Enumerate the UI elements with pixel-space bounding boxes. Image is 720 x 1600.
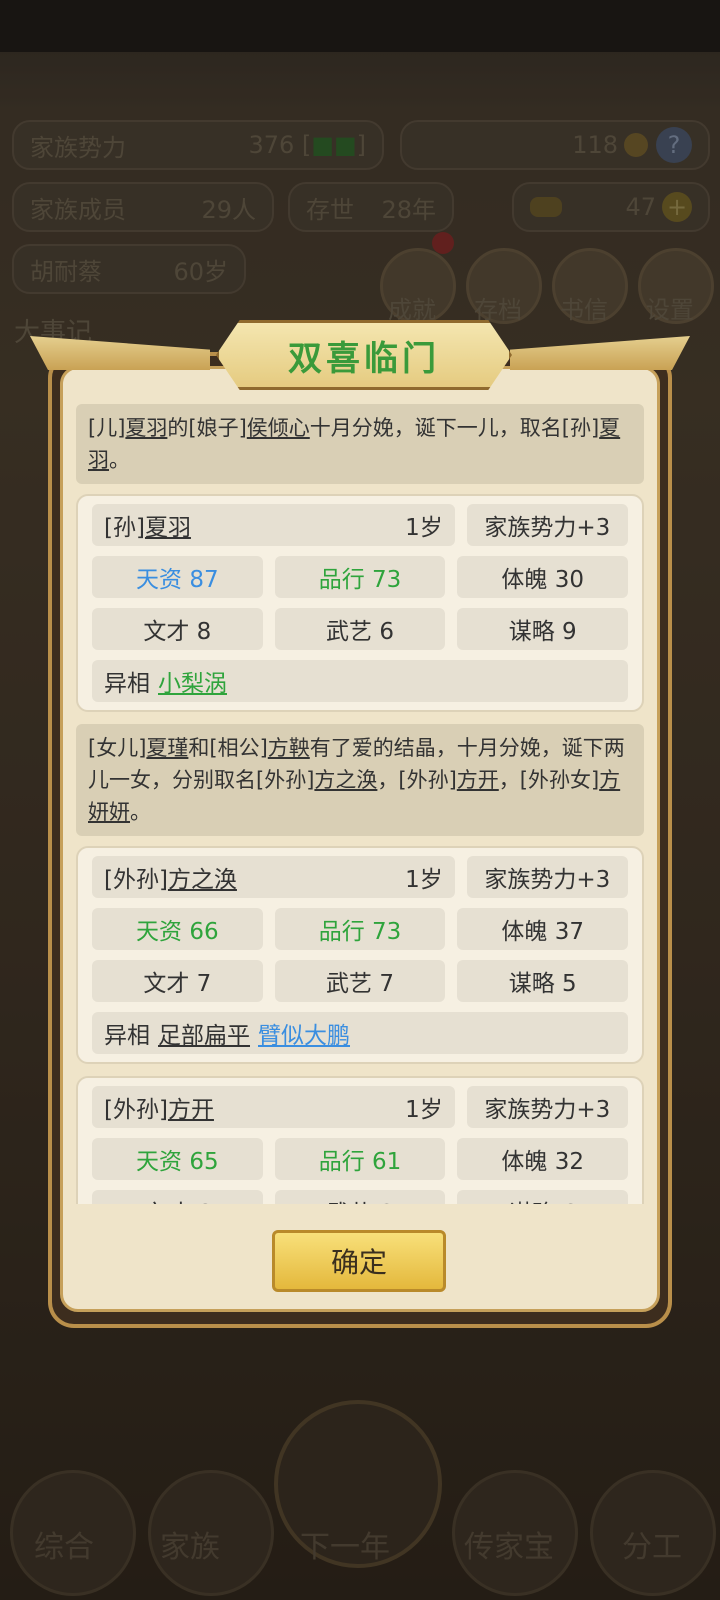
morality-stat: 品行 73 — [274, 556, 446, 598]
power-bonus: 家族势力+3 — [466, 856, 628, 898]
power-bonus: 家族势力+3 — [466, 504, 628, 546]
dialog-title: 双喜临门 — [288, 338, 440, 379]
strategy-stat: 谋略 5 — [457, 960, 629, 1002]
child-name-cell: [外孙]方开 1岁 — [92, 1086, 455, 1128]
martial-stat: 武艺 7 — [274, 960, 446, 1002]
event-narrative-2: [女儿]夏瑾和[相公]方鞅有了爱的结晶，十月分娩，诞下两儿一女，分别取名[外孙]… — [76, 724, 644, 836]
child-name-cell: [孙]夏羽 1岁 — [92, 504, 455, 546]
child-card: [外孙]方开1岁 家族势力+3 天资 65 品行 61 体魄 32 文才 6 武… — [76, 1076, 644, 1204]
trait-special[interactable]: 臂似大鹏 — [258, 1016, 350, 1050]
physique-stat: 体魄 32 — [457, 1138, 629, 1180]
martial-stat: 武艺 6 — [274, 608, 446, 650]
talent-stat: 天资 65 — [92, 1138, 263, 1180]
child-name[interactable]: 夏羽 — [145, 515, 191, 541]
literary-stat: 文才 7 — [92, 960, 263, 1002]
talent-stat: 天资 87 — [92, 556, 263, 598]
trait-row: 异相 足部扁平 臂似大鹏 — [92, 1012, 628, 1054]
person-name: 方开 — [456, 768, 499, 792]
event-narrative-1: [儿]夏羽的[娘子]侯倾心十月分娩，诞下一儿，取名[孙]夏羽。 — [76, 404, 644, 484]
trait-plain[interactable]: 足部扁平 — [158, 1016, 250, 1050]
physique-stat: 体魄 30 — [457, 556, 629, 598]
strategy-stat: 谋略 9 — [457, 608, 629, 650]
child-name[interactable]: 方之涣 — [168, 867, 237, 893]
person-name: 方之涣 — [314, 768, 378, 792]
person-name: 侯倾心 — [246, 416, 310, 440]
literary-stat: 文才 8 — [92, 608, 263, 650]
physique-stat: 体魄 37 — [457, 908, 629, 950]
strategy-stat: 谋略 6 — [457, 1190, 629, 1204]
child-age: 1岁 — [405, 1097, 443, 1123]
trait-label: 异相 — [104, 1023, 150, 1049]
literary-stat: 文才 6 — [92, 1190, 263, 1204]
talent-stat: 天资 66 — [92, 908, 263, 950]
dialog-scroll-area[interactable]: [儿]夏羽的[娘子]侯倾心十月分娩，诞下一儿，取名[孙]夏羽。 [孙]夏羽 1岁 … — [76, 404, 644, 1204]
morality-stat: 品行 73 — [274, 908, 446, 950]
confirm-button[interactable]: 确定 — [272, 1230, 446, 1292]
person-name: 方鞅 — [267, 736, 310, 760]
child-age: 1岁 — [405, 515, 443, 541]
martial-stat: 武艺 8 — [274, 1190, 446, 1204]
trait-special[interactable]: 小梨涡 — [158, 664, 227, 698]
child-age: 1岁 — [405, 867, 443, 893]
person-name: 夏瑾 — [146, 736, 189, 760]
power-bonus: 家族势力+3 — [466, 1086, 628, 1128]
child-name-cell: [外孙]方之涣 1岁 — [92, 856, 455, 898]
child-name[interactable]: 方开 — [168, 1097, 214, 1123]
dialog-title-plate: 双喜临门 — [216, 320, 512, 390]
morality-stat: 品行 61 — [274, 1138, 446, 1180]
person-name: 夏羽 — [125, 416, 168, 440]
child-card: [孙]夏羽 1岁 家族势力+3 天资 87 品行 73 体魄 30 文才 8 武艺… — [76, 494, 644, 712]
trait-row: 异相 小梨涡 — [92, 660, 628, 702]
trait-label: 异相 — [104, 671, 150, 697]
child-card: [外孙]方之涣 1岁 家族势力+3 天资 66 品行 73 体魄 37 文才 7 … — [76, 846, 644, 1064]
